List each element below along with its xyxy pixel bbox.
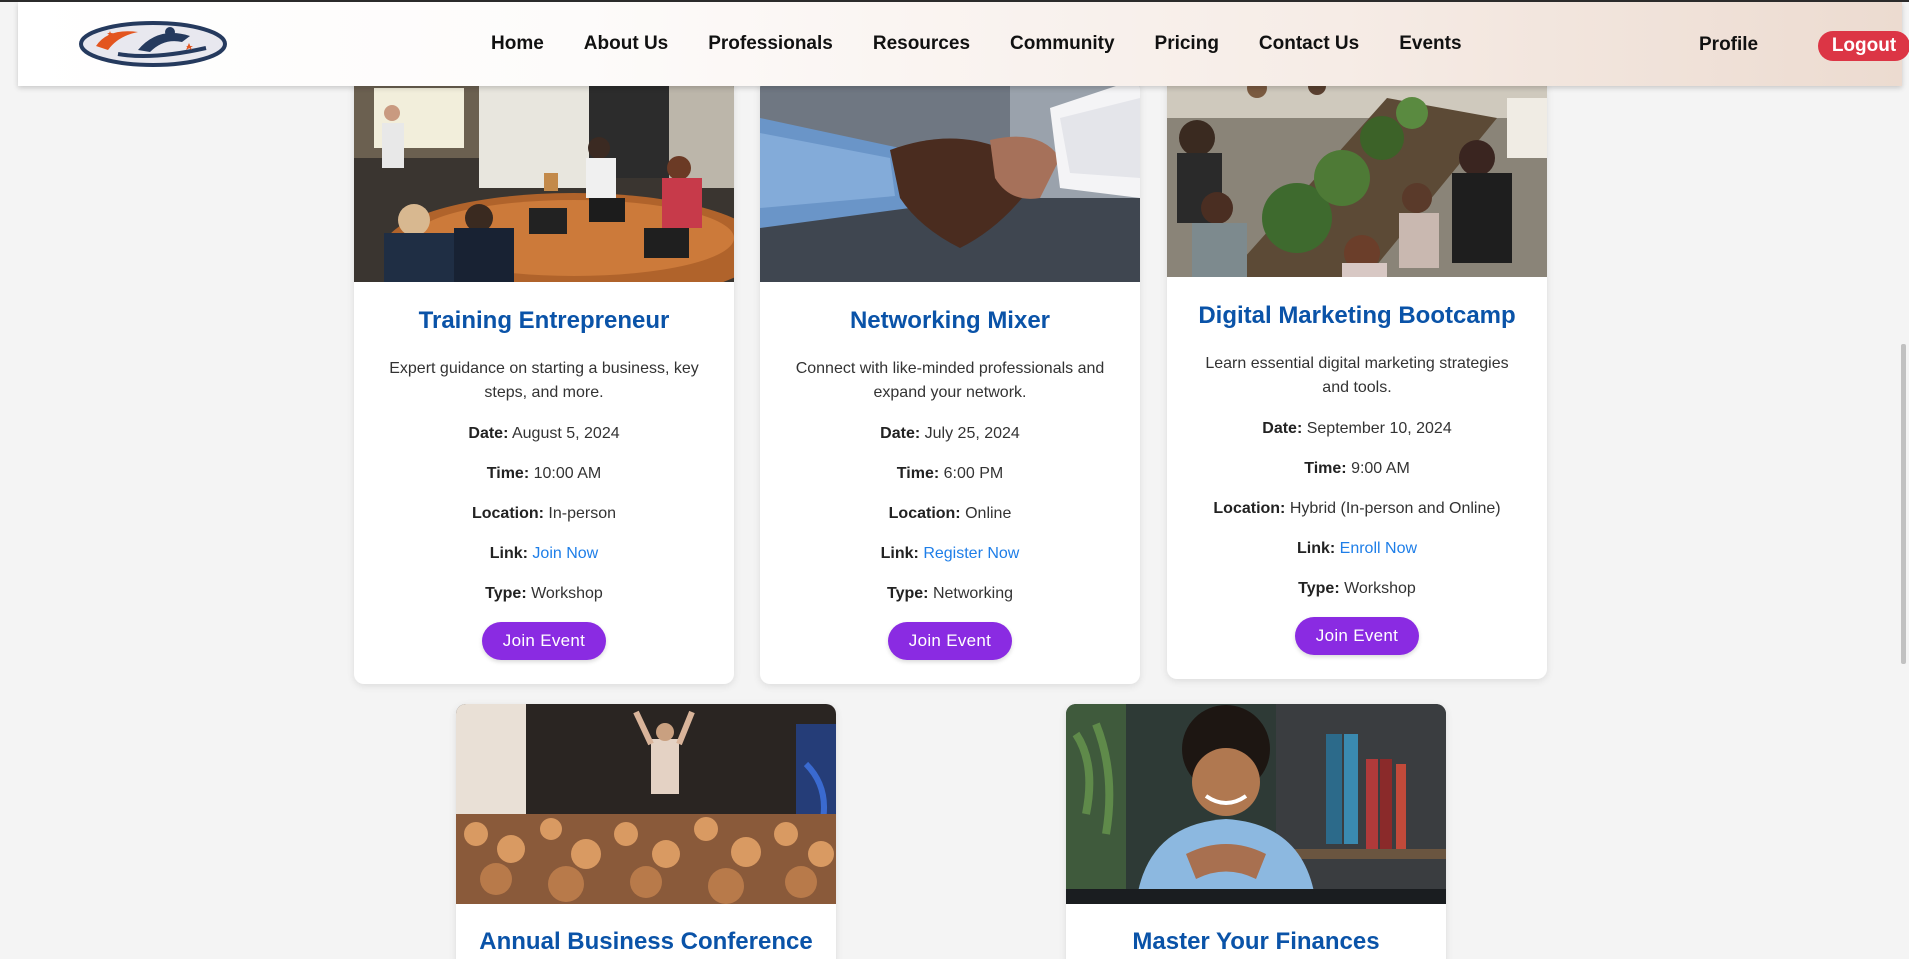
window-top-border — [0, 0, 1909, 2]
type-value: Workshop — [531, 585, 603, 602]
event-type: Type: Networking — [780, 582, 1120, 606]
event-type: Type: Workshop — [1187, 577, 1527, 601]
type-value: Networking — [932, 585, 1013, 602]
register-now-link[interactable]: Register Now — [923, 545, 1019, 562]
event-card: Master Your Finances — [1066, 704, 1446, 959]
link-label: Link: — [489, 545, 528, 562]
event-date: Date: August 5, 2024 — [374, 422, 714, 446]
location-value: In-person — [548, 505, 617, 522]
event-location: Location: In-person — [374, 502, 714, 526]
enroll-now-link[interactable]: Enroll Now — [1340, 540, 1417, 557]
page-scrollbar-thumb[interactable] — [1901, 344, 1906, 664]
event-description: Connect with like-minded professionals a… — [795, 360, 1105, 401]
event-link: Link: Register Now — [780, 542, 1120, 566]
event-description: Learn essential digital marketing strate… — [1205, 355, 1509, 396]
nav-events[interactable]: Events — [1399, 33, 1461, 55]
join-event-button[interactable]: Join Event — [888, 622, 1012, 660]
event-location: Location: Hybrid (In-person and Online) — [1187, 497, 1527, 521]
event-type: Type: Workshop — [374, 582, 714, 606]
nav-contact-us[interactable]: Contact Us — [1259, 33, 1359, 55]
time-label: Time: — [896, 465, 940, 482]
logout-button[interactable]: Logout — [1818, 31, 1909, 61]
join-event-button[interactable]: Join Event — [1295, 617, 1419, 655]
location-label: Location: — [1213, 500, 1286, 517]
time-label: Time: — [1304, 460, 1347, 477]
type-value: Workshop — [1344, 580, 1416, 597]
join-event-button[interactable]: Join Event — [482, 622, 606, 660]
link-label: Link: — [880, 545, 919, 562]
handshake-photo — [760, 78, 1140, 282]
event-card: Training Entrepreneur Expert guidance on… — [354, 78, 734, 684]
date-label: Date: — [880, 425, 921, 442]
type-label: Type: — [887, 585, 929, 602]
event-title: Networking Mixer — [849, 307, 1051, 334]
nav-pricing[interactable]: Pricing — [1155, 33, 1219, 55]
event-location: Location: Online — [780, 502, 1120, 526]
profile-link[interactable]: Profile — [1699, 34, 1758, 56]
event-title: Annual Business Conference — [479, 928, 813, 955]
date-value: July 25, 2024 — [924, 425, 1020, 442]
date-value: September 10, 2024 — [1306, 420, 1452, 437]
nav-professionals[interactable]: Professionals — [708, 33, 833, 55]
event-card: Digital Marketing Bootcamp Learn essenti… — [1167, 78, 1547, 679]
event-link: Link: Join Now — [374, 542, 714, 566]
top-navbar: Home About Us Professionals Resources Co… — [18, 2, 1909, 86]
nav-home[interactable]: Home — [491, 33, 544, 55]
event-link: Link: Enroll Now — [1187, 537, 1527, 561]
location-label: Location: — [888, 505, 961, 522]
event-card: Networking Mixer Connect with like-minde… — [760, 78, 1140, 684]
event-time: Time: 9:00 AM — [1187, 457, 1527, 481]
event-time: Time: 10:00 AM — [374, 462, 714, 486]
join-now-link[interactable]: Join Now — [532, 545, 598, 562]
workshop-table-photo — [1167, 78, 1547, 277]
link-label: Link: — [1296, 540, 1336, 557]
event-card: Annual Business Conference — [456, 704, 836, 959]
date-label: Date: — [1262, 420, 1303, 437]
event-title: Digital Marketing Bootcamp — [1198, 302, 1516, 329]
type-label: Type: — [485, 585, 527, 602]
smiling-man-laptop-photo — [1066, 704, 1446, 904]
event-date: Date: September 10, 2024 — [1187, 417, 1527, 441]
date-label: Date: — [468, 425, 509, 442]
main-nav: Home About Us Professionals Resources Co… — [491, 2, 1502, 86]
location-value: Hybrid (In-person and Online) — [1289, 500, 1501, 517]
time-value: 6:00 PM — [943, 465, 1004, 482]
site-logo[interactable] — [58, 14, 248, 74]
event-time: Time: 6:00 PM — [780, 462, 1120, 486]
conference-crowd-photo — [456, 704, 836, 904]
meeting-room-photo — [354, 78, 734, 282]
time-value: 9:00 AM — [1351, 460, 1410, 477]
time-label: Time: — [486, 465, 530, 482]
nav-community[interactable]: Community — [1010, 33, 1115, 55]
type-label: Type: — [1298, 580, 1340, 597]
time-value: 10:00 AM — [533, 465, 602, 482]
date-value: August 5, 2024 — [511, 425, 620, 442]
event-description: Expert guidance on starting a business, … — [389, 360, 699, 401]
nav-resources[interactable]: Resources — [873, 33, 970, 55]
event-title: Master Your Finances — [1132, 928, 1380, 955]
location-label: Location: — [471, 505, 544, 522]
nav-about-us[interactable]: About Us — [584, 33, 668, 55]
event-title: Training Entrepreneur — [418, 307, 670, 334]
location-value: Online — [965, 505, 1012, 522]
event-date: Date: July 25, 2024 — [780, 422, 1120, 446]
